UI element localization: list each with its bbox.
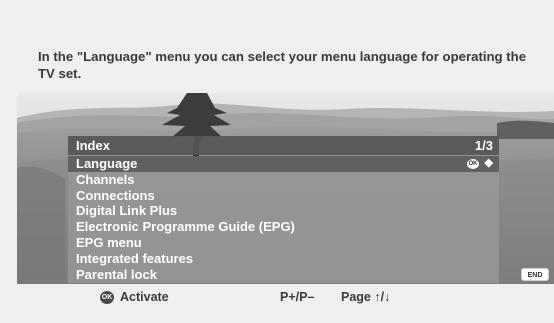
footer-hint-bar: OK Activate P+/P– Page ↑/↓	[0, 287, 554, 309]
page-hint: Page ↑/↓	[341, 290, 391, 304]
menu-item-language[interactable]: Language OK ◆	[68, 156, 499, 172]
menu-item-label: Electronic Programme Guide (EPG)	[76, 219, 295, 235]
menu-title: Index	[76, 138, 110, 153]
menu-item-label: Language	[76, 156, 138, 171]
menu-item-label: Channels	[76, 171, 135, 187]
menu-item-label: EPG menu	[76, 235, 142, 250]
intro-text: In the "Language" menu you can select yo…	[38, 49, 527, 81]
menu-item-integrated-features[interactable]: Integrated features	[68, 251, 499, 267]
menu-item-channels[interactable]: Channels	[68, 172, 499, 188]
ok-icon: OK	[467, 159, 479, 169]
activate-hint: Activate	[120, 290, 169, 304]
page-indicator: 1/3	[474, 138, 493, 153]
menu-item-label: Connections	[76, 187, 155, 203]
menu-item-connections[interactable]: Connections	[68, 188, 499, 204]
menu-item-parental-lock[interactable]: Parental lock	[68, 267, 499, 283]
menu-item-epg[interactable]: Electronic Programme Guide (EPG)	[68, 219, 499, 235]
end-button[interactable]: END	[521, 268, 549, 281]
menu-list: Language OK ◆ Channels Connections Digit…	[68, 156, 499, 283]
menu-item-epg-menu[interactable]: EPG menu	[68, 235, 499, 251]
menu-item-label: Digital Link Plus	[76, 203, 178, 219]
index-menu: Index 1/3 Language OK ◆ Channels Connect…	[68, 136, 499, 283]
menu-item-label: Parental lock	[76, 266, 157, 282]
program-keys-hint: P+/P–	[280, 290, 315, 304]
menu-header: Index 1/3	[68, 136, 499, 155]
ok-button-icon: OK	[100, 291, 114, 304]
navigation-arrows-icon: ◆	[484, 157, 493, 169]
menu-item-digital-link-plus[interactable]: Digital Link Plus	[68, 203, 499, 219]
menu-item-label: Integrated features	[76, 250, 194, 266]
